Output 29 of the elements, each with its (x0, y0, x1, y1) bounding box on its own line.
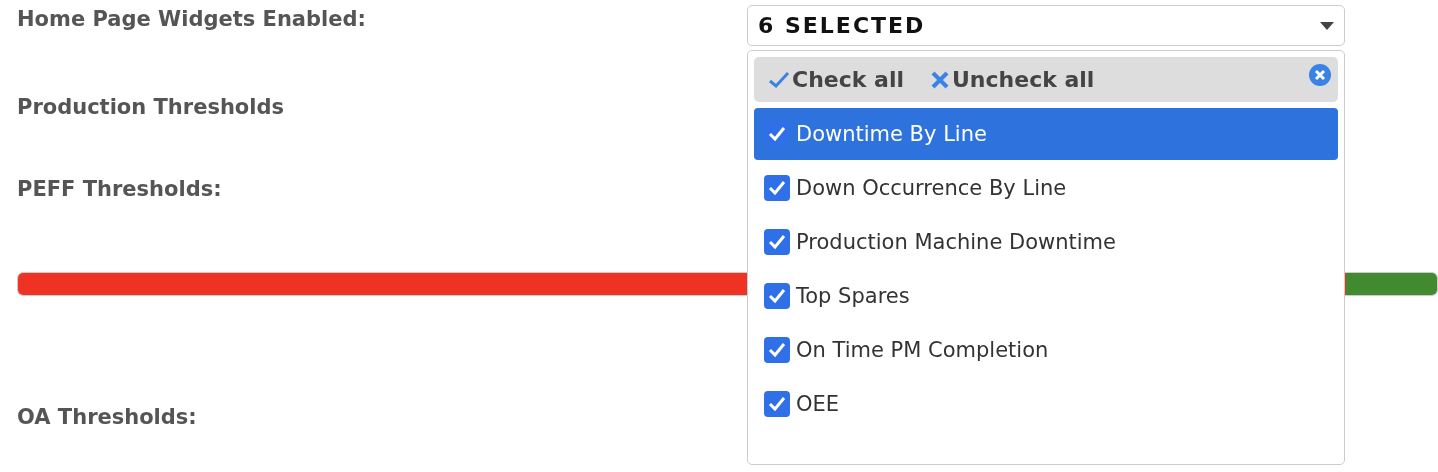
option-item[interactable]: On Time PM Completion (754, 324, 1338, 376)
checkmark-icon (768, 288, 786, 304)
field-label: PEFF Thresholds: (17, 176, 222, 202)
uncheck-all-link[interactable]: Uncheck all (930, 67, 1095, 92)
checkmark-icon (768, 396, 786, 412)
checkbox[interactable] (764, 391, 790, 417)
option-item[interactable]: Top Spares (754, 270, 1338, 322)
field-label: Home Page Widgets Enabled: (17, 6, 366, 32)
checkbox[interactable] (764, 283, 790, 309)
option-item[interactable]: OEE (754, 378, 1338, 430)
checkmark-icon (768, 180, 786, 196)
section-heading: Production Thresholds (17, 94, 284, 120)
checkbox[interactable] (764, 229, 790, 255)
field-label: OA Thresholds: (17, 404, 197, 430)
check-all-link[interactable]: Check all (768, 67, 904, 92)
caret-icon (1320, 21, 1334, 30)
option-item[interactable]: Down Occurrence By Line (754, 162, 1338, 214)
x-icon (930, 69, 950, 90)
widgets-select[interactable]: 6 SELECTED (747, 5, 1345, 46)
close-icon[interactable] (1308, 63, 1332, 87)
checkbox[interactable] (764, 121, 790, 147)
checkbox[interactable] (764, 175, 790, 201)
checkbox[interactable] (764, 337, 790, 363)
checkmark-icon (768, 126, 786, 142)
checkmark-icon (768, 342, 786, 358)
check-icon (768, 70, 790, 89)
option-item[interactable]: Production Machine Downtime (754, 216, 1338, 268)
checkmark-icon (768, 234, 786, 250)
option-item[interactable]: Downtime By Line (754, 108, 1338, 160)
